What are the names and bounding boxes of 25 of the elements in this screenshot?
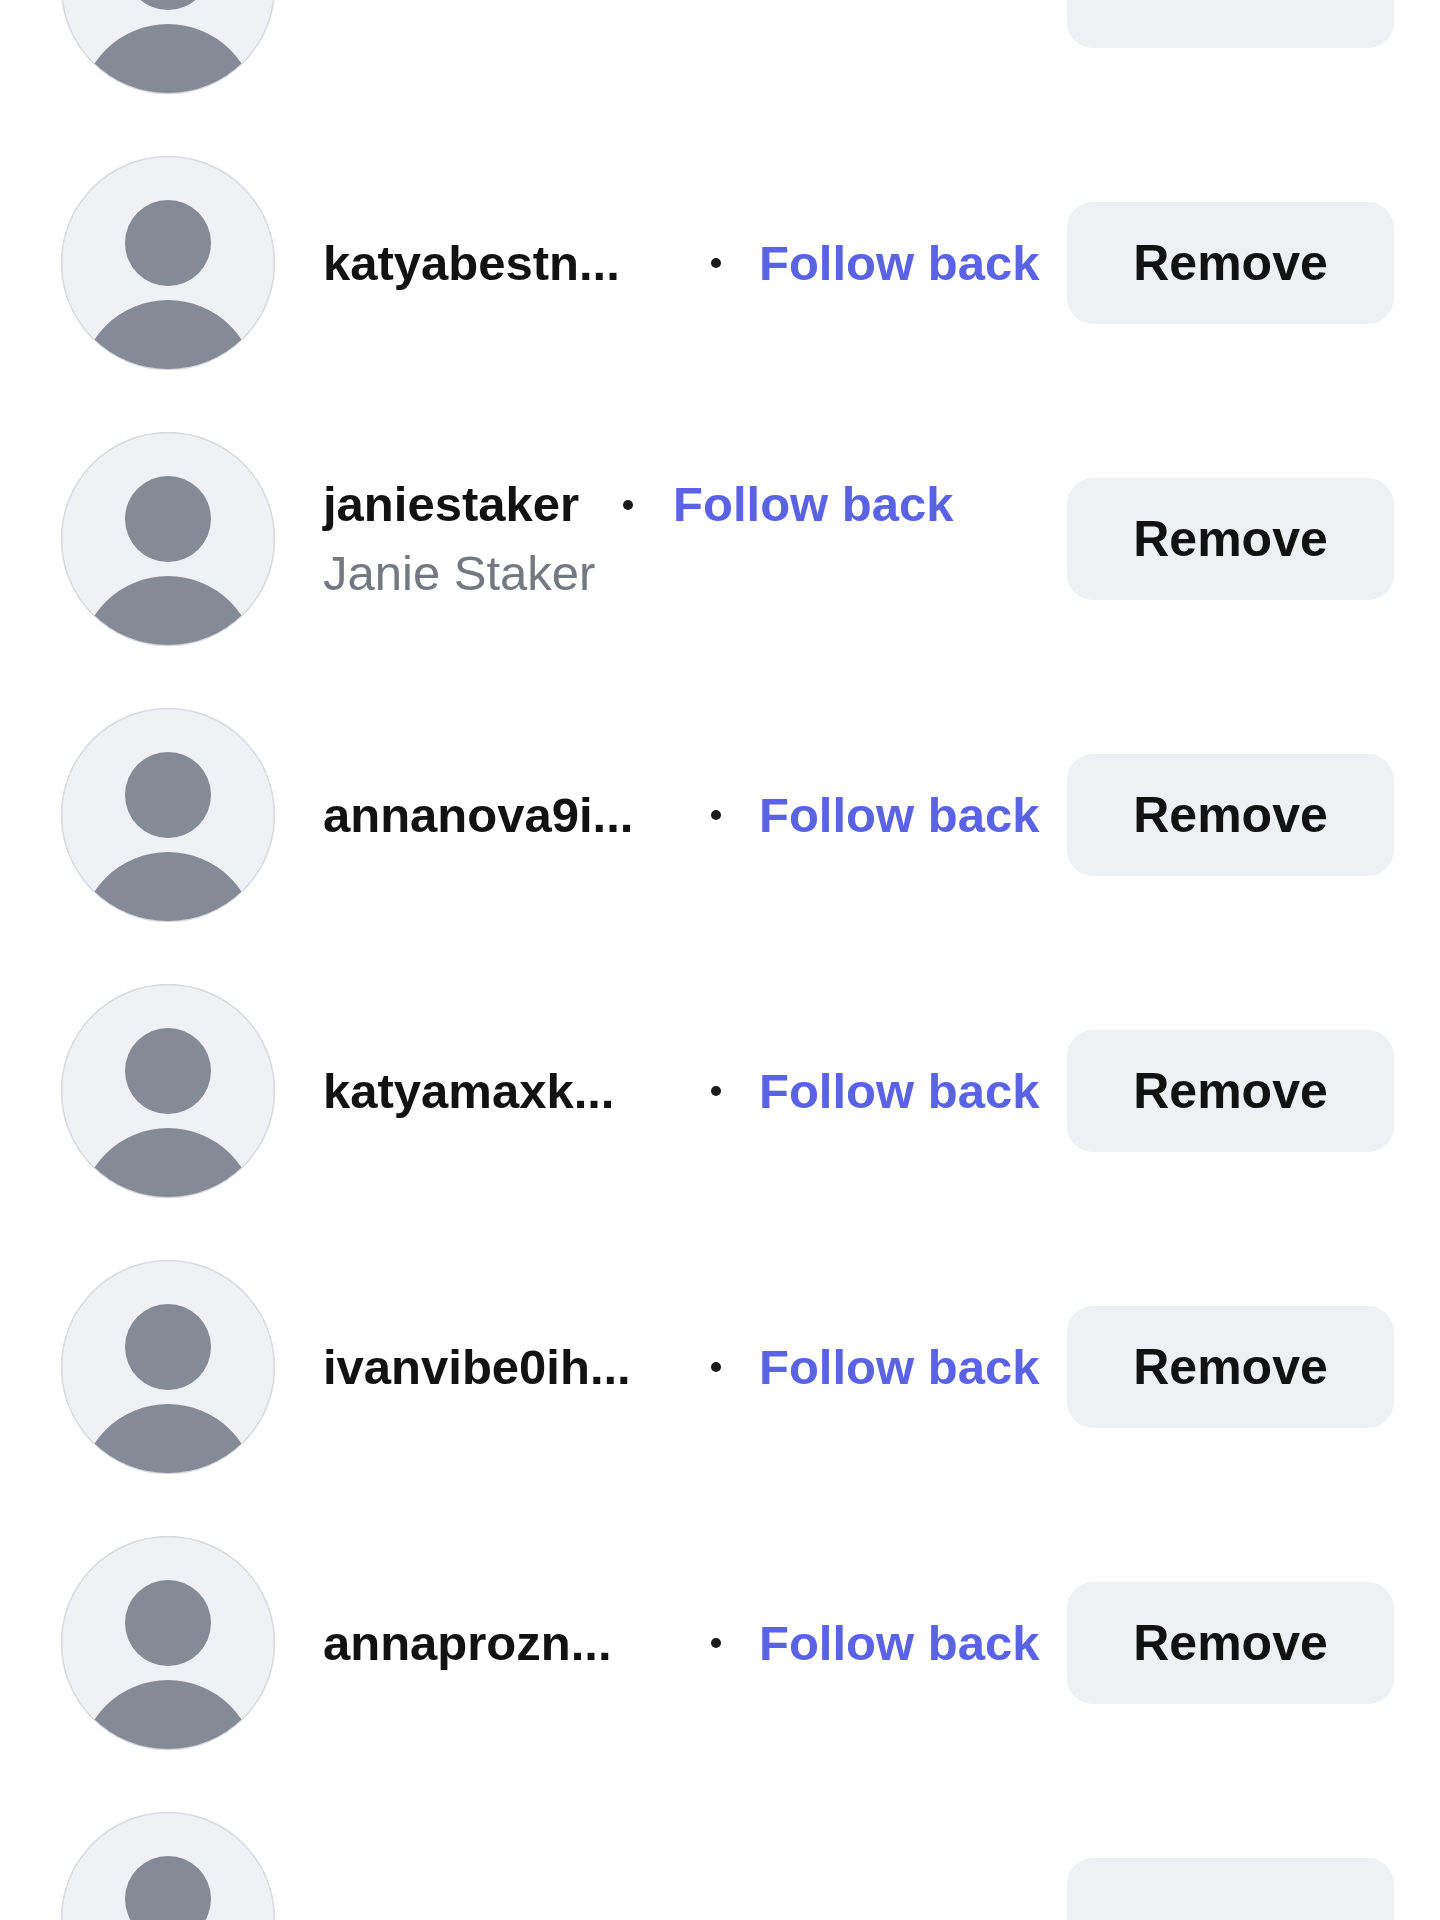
remove-button[interactable]: Remove <box>1067 754 1394 876</box>
full-name: Janie Staker <box>323 545 596 602</box>
remove-button[interactable]: Remove <box>1067 1030 1394 1152</box>
follow-back-button[interactable]: Follow back <box>759 1061 1040 1121</box>
follow-back-button[interactable]: Follow back <box>759 1337 1040 1397</box>
follow-back-button[interactable]: Follow back <box>673 475 954 534</box>
username: katyamaxk... <box>323 1062 616 1120</box>
username: ivanvibe0ih... <box>323 1338 632 1396</box>
follow-back-button[interactable]: Follow back <box>759 785 1040 845</box>
separator-dot-icon <box>711 1638 721 1648</box>
username: katyabestn... <box>323 234 621 292</box>
separator-dot-icon <box>711 1362 721 1372</box>
follow-back-button[interactable]: Follow back <box>759 1613 1040 1673</box>
username: janiestaker <box>323 476 580 534</box>
username: annanova9i... <box>323 786 635 844</box>
remove-button[interactable]: Remove <box>1067 478 1394 600</box>
remove-button[interactable]: Remove <box>1067 1582 1394 1704</box>
remove-button[interactable]: Remove <box>1067 1306 1394 1428</box>
remove-button[interactable]: Remove <box>1067 202 1394 324</box>
separator-dot-icon <box>711 258 721 268</box>
username: annaprozn... <box>323 1614 613 1672</box>
follow-back-button[interactable]: Follow back <box>759 233 1040 293</box>
separator-dot-icon <box>623 499 634 510</box>
separator-dot-icon <box>711 810 721 820</box>
separator-dot-icon <box>711 1086 721 1096</box>
